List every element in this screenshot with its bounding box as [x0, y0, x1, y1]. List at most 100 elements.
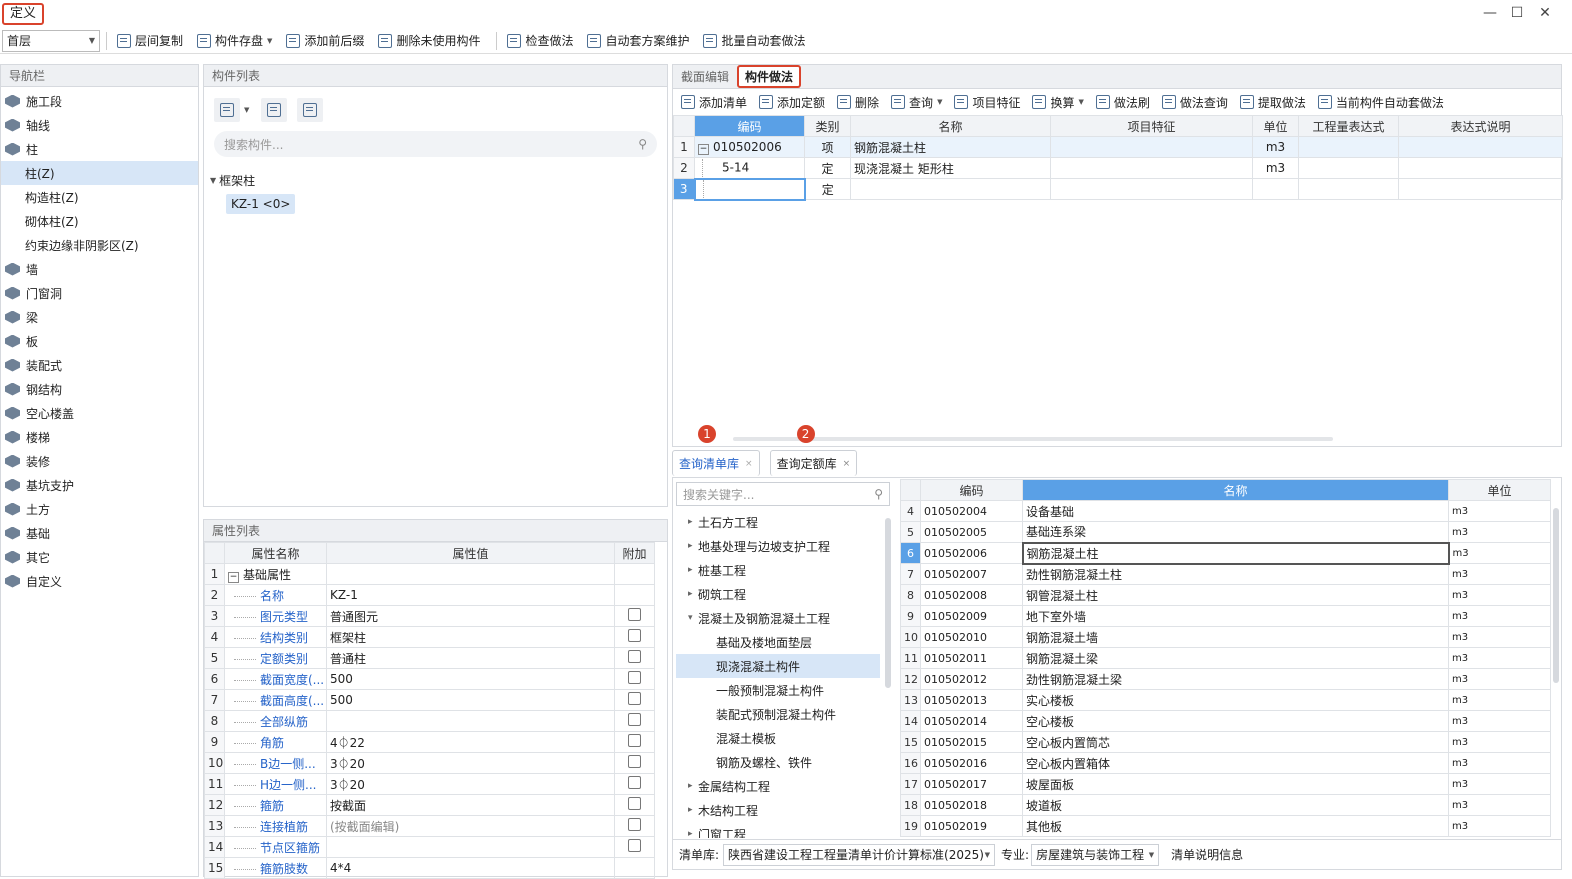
new-component-button[interactable] — [214, 98, 240, 122]
nav-item[interactable]: 砌体柱(Z) — [1, 209, 198, 233]
table-row[interactable]: 19 010502019 其他板 m3 — [900, 815, 1551, 837]
type-cell[interactable]: 定 — [804, 157, 851, 179]
unit-cell[interactable]: m3 — [1448, 731, 1551, 753]
table-row[interactable]: 10 B边一侧... 3⏀20 — [204, 752, 663, 774]
tab-section-edit[interactable]: 截面编辑 — [681, 68, 729, 85]
name-cell[interactable]: 钢管混凝土柱 — [1022, 584, 1449, 606]
type-cell[interactable]: 定 — [804, 178, 851, 200]
table-row[interactable]: 8 全部纵筋 — [204, 710, 663, 732]
nav-item[interactable]: 柱 — [1, 137, 198, 161]
code-cell[interactable]: 010502011 — [920, 647, 1023, 669]
close-icon[interactable]: ✕ — [1535, 4, 1555, 22]
code-cell[interactable]: 010502010 — [920, 626, 1023, 648]
table-row[interactable]: 6 010502006 钢筋混凝土柱 m3 — [900, 541, 1551, 565]
library-select[interactable]: 陕西省建设工程工程量清单计价计算标准(2025) ▼ — [723, 843, 996, 866]
extra-checkbox[interactable] — [628, 650, 641, 663]
component-item-kz1[interactable]: KZ-1 <0> — [226, 194, 296, 214]
tree-item[interactable]: 混凝土模板 — [676, 726, 886, 750]
table-row[interactable]: 9 角筋 4⏀22 — [204, 731, 663, 753]
tree-item[interactable]: ▸ 土石方工程 — [676, 510, 886, 534]
code-cell[interactable]: 010502006 — [920, 542, 1023, 564]
table-row[interactable]: 3 图元类型 普通图元 — [204, 605, 663, 627]
nav-item[interactable]: 楼梯 — [1, 425, 198, 449]
prop-value-cell[interactable]: 按截面 — [326, 794, 615, 816]
tree-item[interactable]: ▸ 桩基工程 — [676, 558, 886, 582]
method-toolbar-button[interactable]: 添加清单 — [677, 91, 751, 113]
delete-unused-button[interactable]: 删除未使用构件 — [374, 30, 484, 52]
expression-note-cell[interactable] — [1398, 178, 1563, 200]
code-cell[interactable]: 010502016 — [920, 752, 1023, 774]
nav-item[interactable]: 其它 — [1, 545, 198, 569]
name-cell[interactable]: 劲性钢筋混凝土梁 — [1022, 668, 1449, 690]
name-cell[interactable] — [850, 178, 1051, 200]
nav-item[interactable]: 基础 — [1, 521, 198, 545]
table-row[interactable]: 18 010502018 坡道板 m3 — [900, 794, 1551, 816]
name-cell[interactable]: 空心板内置箱体 — [1022, 752, 1449, 774]
nav-item[interactable]: 构造柱(Z) — [1, 185, 198, 209]
table-row[interactable]: 15 010502015 空心板内置筒芯 m3 — [900, 731, 1551, 753]
expression-note-cell[interactable] — [1398, 136, 1563, 158]
method-toolbar-button[interactable]: 提取做法 — [1236, 91, 1310, 113]
table-row[interactable]: 13 连接植筋 (按截面编辑) — [204, 815, 663, 837]
prop-value-cell[interactable] — [326, 563, 615, 585]
name-cell[interactable]: 地下室外墙 — [1022, 605, 1449, 627]
method-toolbar-button[interactable]: 做法刷 — [1092, 91, 1154, 113]
extra-checkbox[interactable] — [628, 671, 641, 684]
unit-cell[interactable]: m3 — [1448, 794, 1551, 816]
unit-cell[interactable]: m3 — [1448, 647, 1551, 669]
table-row[interactable]: 14 010502014 空心楼板 m3 — [900, 710, 1551, 732]
chevron-right-icon[interactable]: ▸ — [688, 829, 698, 838]
unit-cell[interactable]: m3 — [1448, 626, 1551, 648]
query-search-input[interactable]: 搜索关键字... ⚲ — [676, 482, 890, 506]
extra-checkbox[interactable] — [628, 608, 641, 621]
tree-item[interactable]: ▸ 木结构工程 — [676, 798, 886, 822]
method-toolbar-button[interactable]: 项目特征 — [950, 91, 1024, 113]
method-toolbar-button[interactable]: 删除 — [833, 91, 883, 113]
tab-query-quota-library[interactable]: 查询定额库 × — [769, 450, 858, 476]
table-row[interactable]: 10 010502010 钢筋混凝土墙 m3 — [900, 626, 1551, 648]
unit-cell[interactable]: m3 — [1252, 157, 1299, 179]
tree-item[interactable]: ▸ 砌筑工程 — [676, 582, 886, 606]
name-cell[interactable]: 钢筋混凝土柱 — [1021, 541, 1450, 565]
expression-cell[interactable] — [1298, 178, 1399, 200]
table-row[interactable]: 6 截面宽度(... 500 — [204, 668, 663, 690]
nav-item[interactable]: 装修 — [1, 449, 198, 473]
nav-item[interactable]: 轴线 — [1, 113, 198, 137]
tree-item[interactable]: ▸ 门窗工程 — [676, 822, 886, 839]
col-header-unit[interactable]: 单位 — [1252, 115, 1299, 137]
nav-item[interactable]: 基坑支护 — [1, 473, 198, 497]
auto-scheme-button[interactable]: 自动套方案维护 — [583, 30, 693, 52]
table-row[interactable]: 3定 — [673, 177, 1563, 201]
name-cell[interactable]: 坡道板 — [1022, 794, 1449, 816]
col-header-name[interactable]: 名称 — [1022, 479, 1449, 501]
tree-item[interactable]: ▸ 地基处理与边坡支护工程 — [676, 534, 886, 558]
tree-item[interactable]: 基础及楼地面垫层 — [676, 630, 886, 654]
chevron-down-icon[interactable]: ▾ — [688, 613, 698, 623]
code-cell[interactable]: 010502008 — [920, 584, 1023, 606]
extra-checkbox[interactable] — [628, 839, 641, 852]
collapse-icon[interactable]: − — [228, 571, 239, 583]
name-cell[interactable]: 坡屋面板 — [1022, 773, 1449, 795]
table-row[interactable]: 8 010502008 钢管混凝土柱 m3 — [900, 584, 1551, 606]
nav-item[interactable]: 约束边缘非阴影区(Z) — [1, 233, 198, 257]
table-row[interactable]: 5 定额类别 普通柱 — [204, 647, 663, 669]
extra-checkbox[interactable] — [628, 797, 641, 810]
table-row[interactable]: 12 箍筋 按截面 — [204, 794, 663, 816]
tree-item[interactable]: 一般预制混凝土构件 — [676, 678, 886, 702]
copy-between-floors-button[interactable]: 层间复制 — [113, 30, 187, 52]
col-header-expression[interactable]: 工程量表达式 — [1298, 115, 1399, 137]
unit-cell[interactable]: m3 — [1448, 668, 1551, 690]
tab-component-method[interactable]: 构件做法 — [737, 65, 802, 88]
table-row[interactable]: 1−010502006 项钢筋混凝土柱 m3 — [673, 136, 1563, 158]
method-toolbar-button[interactable]: 当前构件自动套做法 — [1314, 91, 1448, 113]
tree-item[interactable]: ▾ 混凝土及钢筋混凝土工程 — [676, 606, 886, 630]
prop-value-cell[interactable] — [326, 710, 615, 732]
tree-item[interactable]: 钢筋及螺栓、铁件 — [676, 750, 886, 774]
chevron-right-icon[interactable]: ▸ — [688, 517, 698, 527]
unit-cell[interactable]: m3 — [1448, 500, 1551, 522]
col-header-name[interactable]: 名称 — [850, 115, 1051, 137]
name-cell[interactable]: 实心楼板 — [1022, 689, 1449, 711]
nav-item[interactable]: 钢结构 — [1, 377, 198, 401]
name-cell[interactable]: 空心楼板 — [1022, 710, 1449, 732]
table-row[interactable]: 9 010502009 地下室外墙 m3 — [900, 605, 1551, 627]
